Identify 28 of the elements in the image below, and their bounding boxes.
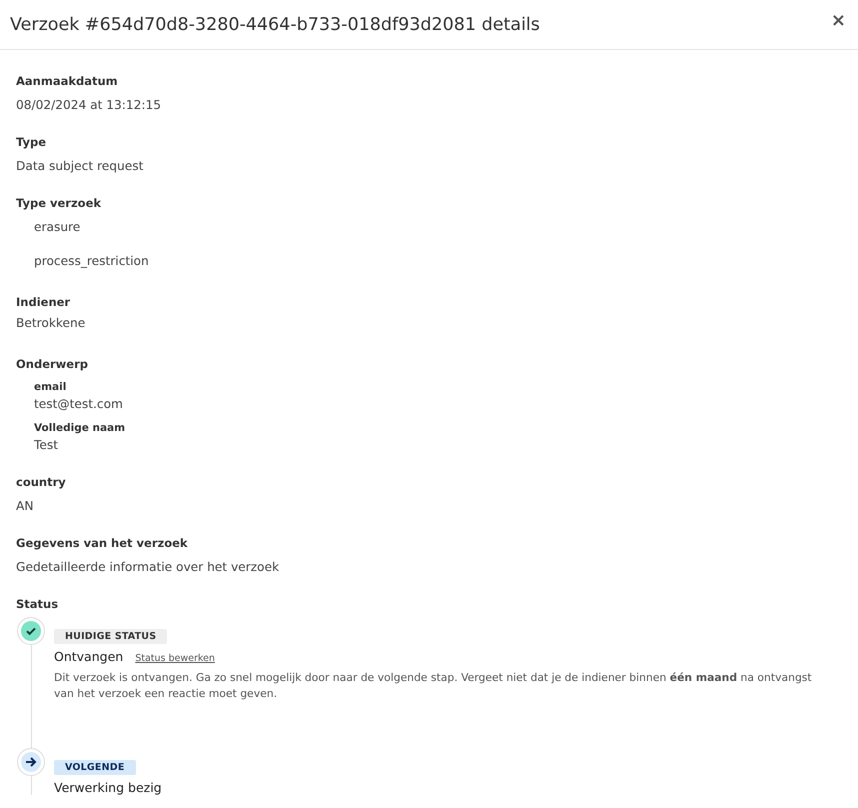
edit-status-link[interactable]: Status bewerken <box>135 653 215 664</box>
field-label: Type <box>16 135 48 149</box>
close-button[interactable]: × <box>826 10 850 31</box>
field-value: 08/02/2024 at 13:12:15 <box>16 97 162 113</box>
field-label: Onderwerp <box>16 357 89 371</box>
list-item: process_restriction <box>33 253 150 269</box>
field-label: Type verzoek <box>16 196 102 210</box>
field-label: email <box>34 381 68 393</box>
field-value: test@test.com <box>34 396 124 412</box>
field-value: Gedetailleerde informatie over het verzoek <box>16 559 280 575</box>
field-value: Test <box>34 437 59 453</box>
field-label: Gegevens van het verzoek <box>16 536 189 550</box>
field-value: AN <box>16 498 34 514</box>
field-label: Status <box>16 597 60 611</box>
status-name: Verwerking bezig <box>54 780 162 795</box>
dialog-title: Verzoek #654d70d8-3280-4464-b733-018df93d2081 details <box>10 14 540 34</box>
field-label: Aanmaakdatum <box>16 74 119 88</box>
field-value: Data subject request <box>16 158 144 174</box>
field-label: Volledige naam <box>34 422 126 434</box>
check-icon <box>17 617 45 645</box>
status-badge: HUIDIGE STATUS <box>54 629 168 644</box>
status-name: Ontvangen <box>54 649 124 664</box>
status-badge: VOLGENDE <box>54 760 136 775</box>
field-value: Betrokkene <box>16 315 86 331</box>
field-label: country <box>16 475 67 489</box>
status-description: Dit verzoek is ontvangen. Ga zo snel mogelijk door naar de volgende stap. Vergeet niet dat je de indiener binnen één maand na ontvangst van het verzoek een reactie moet geven. <box>54 670 813 702</box>
field-label: Indiener <box>16 295 72 309</box>
list-item: erasure <box>33 219 82 235</box>
